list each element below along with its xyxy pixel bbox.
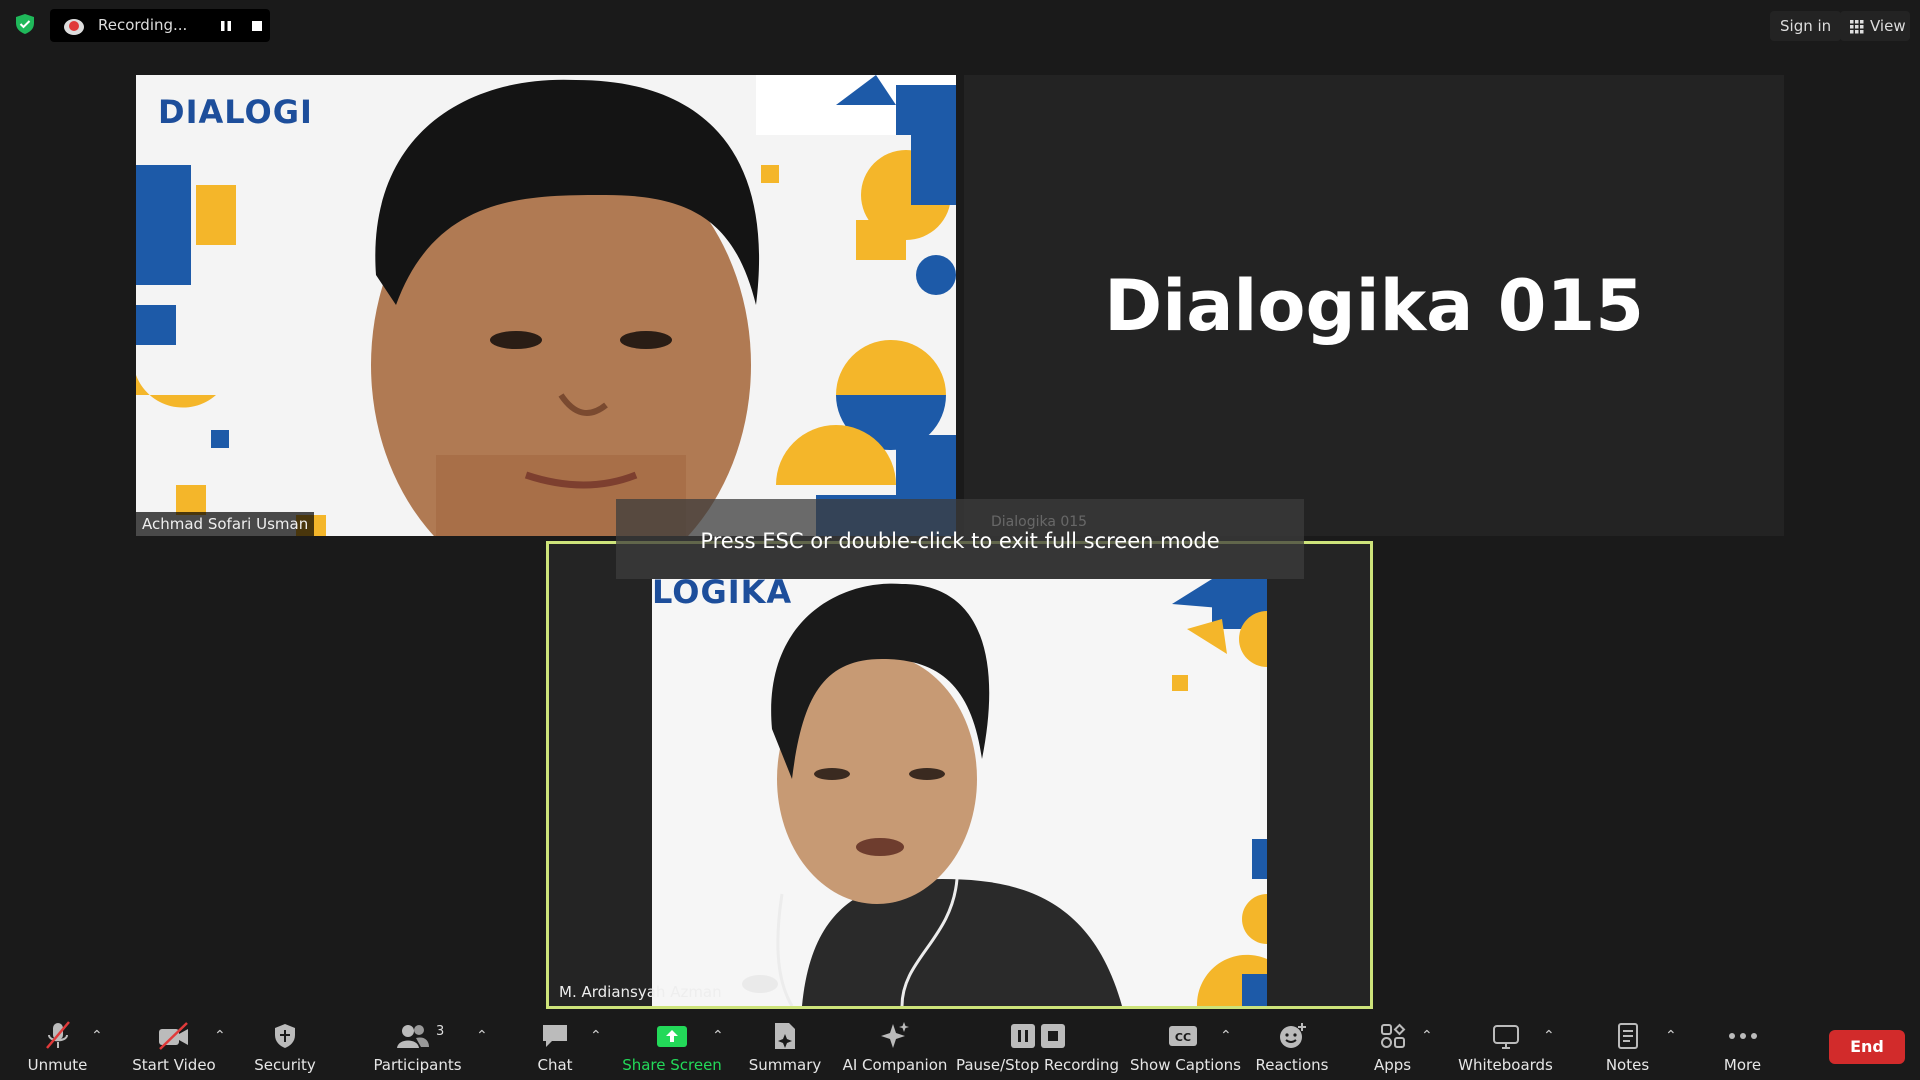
apps-icon [1376, 1020, 1410, 1052]
reactions-icon [1275, 1020, 1309, 1052]
chevron-up-icon[interactable]: ⌃ [1220, 1028, 1232, 1044]
share-screen-icon [655, 1020, 689, 1052]
grid-icon [1850, 20, 1864, 34]
show-captions-label: Show Captions [1130, 1056, 1241, 1074]
video-feed-active-speaker: LOGIKA [652, 579, 1267, 1006]
pause-stop-recording-label: Pause/Stop Recording [955, 1056, 1120, 1074]
apps-label: Apps [1373, 1056, 1412, 1074]
start-video-button[interactable]: Start Video [130, 1012, 218, 1080]
reactions-label: Reactions [1255, 1056, 1329, 1074]
stop-icon[interactable] [246, 15, 268, 37]
video-off-icon [157, 1020, 191, 1052]
start-video-label: Start Video [132, 1056, 216, 1074]
whiteboard-icon [1489, 1020, 1523, 1052]
unmute-label: Unmute [27, 1056, 88, 1074]
pause-stop-icon [1008, 1020, 1068, 1052]
fullscreen-exit-banner: Dialogika 015 Press ESC or double-click … [616, 499, 1304, 579]
record-icon [63, 16, 84, 36]
summary-label: Summary [748, 1056, 822, 1074]
more-button[interactable]: More [1715, 1012, 1770, 1080]
whiteboards-label: Whiteboards [1458, 1056, 1553, 1074]
show-captions-button[interactable]: CC Show Captions [1130, 1012, 1241, 1080]
svg-text:CC: CC [1174, 1031, 1190, 1044]
participant-name-tag: M. Ardiansyah Azman [559, 983, 722, 1001]
pause-stop-recording-button[interactable]: Pause/Stop Recording [955, 1012, 1120, 1080]
pause-icon[interactable] [215, 15, 237, 37]
chevron-up-icon[interactable]: ⌃ [1421, 1028, 1433, 1044]
more-icon [1726, 1020, 1760, 1052]
video-tile-participant-1[interactable]: DIALOGI Achmad Sofari Usman [136, 75, 956, 536]
ai-companion-button[interactable]: AI Companion [840, 1012, 950, 1080]
notes-button[interactable]: Notes [1600, 1012, 1655, 1080]
background-logo-text: DIALOGI [158, 93, 313, 131]
ai-companion-label: AI Companion [842, 1056, 948, 1074]
security-shield-icon [268, 1020, 302, 1052]
summary-button[interactable]: Summary [745, 1012, 825, 1080]
participants-icon [396, 1020, 430, 1052]
meeting-toolbar: Unmute ⌃ Start Video ⌃ Security 3 Partic… [0, 1012, 1920, 1080]
shield-icon[interactable] [14, 13, 36, 35]
sparkle-icon [878, 1020, 912, 1052]
participant-name-tag: Achmad Sofari Usman [136, 512, 315, 536]
view-button[interactable]: View [1840, 11, 1910, 41]
ghost-meeting-name: Dialogika 015 [991, 514, 1088, 530]
recording-indicator: Recording... [50, 9, 270, 42]
chat-button[interactable]: Chat [530, 1012, 580, 1080]
top-bar: Recording... Sign in View [0, 0, 1920, 50]
security-button[interactable]: Security [250, 1012, 320, 1080]
notes-label: Notes [1605, 1056, 1650, 1074]
recording-label: Recording... [98, 16, 188, 34]
sign-in-button[interactable]: Sign in [1770, 11, 1842, 41]
reactions-button[interactable]: Reactions [1252, 1012, 1332, 1080]
chevron-up-icon[interactable]: ⌃ [214, 1028, 226, 1044]
chevron-up-icon[interactable]: ⌃ [476, 1028, 488, 1044]
chat-icon [538, 1020, 572, 1052]
apps-button[interactable]: Apps [1370, 1012, 1415, 1080]
more-label: More [1723, 1056, 1762, 1074]
participants-button[interactable]: 3 Participants [370, 1012, 465, 1080]
slide-title: Dialogika 015 [1104, 265, 1644, 347]
chevron-up-icon[interactable]: ⌃ [1543, 1028, 1555, 1044]
summary-icon [768, 1020, 802, 1052]
cc-icon: CC [1166, 1020, 1200, 1052]
notes-icon [1611, 1020, 1645, 1052]
chevron-up-icon[interactable]: ⌃ [91, 1028, 103, 1044]
unmute-button[interactable]: Unmute [20, 1012, 95, 1080]
view-label: View [1870, 17, 1906, 35]
chevron-up-icon[interactable]: ⌃ [712, 1028, 724, 1044]
security-label: Security [254, 1056, 316, 1074]
share-screen-label: Share Screen [622, 1056, 722, 1074]
participants-label: Participants [373, 1056, 462, 1074]
end-meeting-button[interactable]: End [1829, 1030, 1905, 1064]
background-logo-text: LOGIKA [652, 579, 793, 611]
fullscreen-exit-message: Press ESC or double-click to exit full s… [700, 529, 1220, 553]
video-feed-participant-1 [136, 75, 956, 536]
mic-muted-icon [41, 1020, 75, 1052]
share-screen-button[interactable]: Share Screen [622, 1012, 722, 1080]
chat-label: Chat [537, 1056, 573, 1074]
video-tile-active-speaker[interactable]: LOGIKA M. Ardiansyah Azman [546, 541, 1373, 1009]
video-tile-slide[interactable]: Dialogika 015 [964, 75, 1784, 536]
whiteboards-button[interactable]: Whiteboards [1458, 1012, 1553, 1080]
chevron-up-icon[interactable]: ⌃ [590, 1028, 602, 1044]
participants-count: 3 [436, 1024, 445, 1039]
chevron-up-icon[interactable]: ⌃ [1665, 1028, 1677, 1044]
